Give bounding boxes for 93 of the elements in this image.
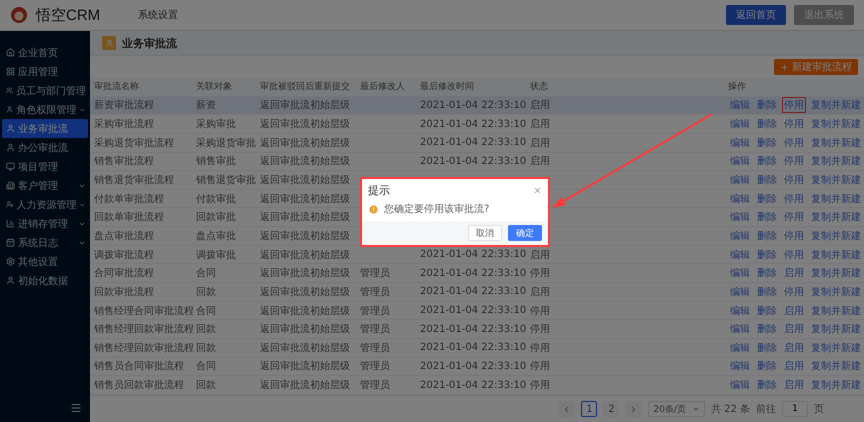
table-cell-text: 销售员合同审批流程 <box>94 360 185 374</box>
table-cell-text: 销售经理回款审批流程 <box>94 342 195 355</box>
table-cell-text: 返回审批流初始层级 <box>260 210 351 224</box>
table-cell-text: 销售经理回款审批流程 <box>94 322 195 336</box>
table-cell-text: 2021-01-04 22:33:10 <box>420 268 528 279</box>
table-cell-text: 返回审批流初始层级 <box>260 266 351 280</box>
table-cell-text: 调拨审批流程 <box>94 248 155 262</box>
table-cell-text: 2021-01-04 22:33:10 <box>420 324 528 335</box>
table-cell-text: 返回审批流初始层级 <box>260 136 351 150</box>
table-cell-text: 管理员 <box>360 323 391 336</box>
page-unit: 页 <box>814 403 824 416</box>
table-cell-text: 采购退货审批流程 <box>94 136 175 150</box>
table-cell-text: 合同 <box>196 267 217 280</box>
table-cell-text: 薪资审批流程 <box>94 98 155 112</box>
table-cell-text: 销售经理合同审批流程 <box>94 304 195 318</box>
column-header: 最后修改人 <box>360 80 406 94</box>
table-cell-text: 返回审批流初始层级 <box>260 230 351 243</box>
table-cell-text: 启用 <box>530 248 551 262</box>
table-cell-text: 停用 <box>530 360 551 374</box>
table-cell-text: 返回审批流初始层级 <box>260 342 351 355</box>
table-cell-text: 回款审批流程 <box>94 286 155 299</box>
table-cell-text: 启用 <box>530 118 551 132</box>
logo-text: 悟空CRM <box>36 6 100 24</box>
nav-title: 系统设置 <box>138 8 180 22</box>
table-cell-text: 回款审批 <box>196 210 237 224</box>
table-cell-text: 管理员 <box>360 286 391 299</box>
total-count: 共 22 条 <box>710 402 750 416</box>
table-cell-text: 启用 <box>530 286 551 299</box>
table-cell-text: 返回审批流初始层级 <box>260 286 351 299</box>
table-cell-text: 管理员 <box>360 267 391 280</box>
table-cell-text: 返回审批流初始层级 <box>260 174 351 188</box>
table-cell-text: 采购退货审批 <box>196 136 257 150</box>
table-cell-text: 返回审批流初始层级 <box>260 192 351 206</box>
table-cell-text: 管理员 <box>360 342 391 355</box>
table-cell-text: 返回审批流初始层级 <box>260 98 351 112</box>
column-header: 关联对象 <box>196 80 233 94</box>
table-cell-text: 销售退货审批流程 <box>94 174 175 188</box>
table-cell-text: 销售退货审批 <box>196 174 257 188</box>
table-cell-text: 采购审批流程 <box>94 118 155 132</box>
table-cell-text: 销售审批 <box>196 154 237 168</box>
table-cell-text: 回款单审批流程 <box>94 210 165 224</box>
table-cell-text: 采购审批 <box>196 118 237 132</box>
table-cell-text: 管理员 <box>360 304 391 318</box>
column-header: 审批流名称 <box>94 80 140 94</box>
table-cell-text: 回款 <box>196 323 217 336</box>
table-cell-text: 付款单审批流程 <box>94 192 165 206</box>
table-cell-text: 停用 <box>530 342 551 355</box>
table-cell-text: 返回审批流初始层级 <box>260 118 351 132</box>
table-cell-text: 2021-01-04 22:33:10 <box>420 100 528 111</box>
table-cell-text: 2021-01-04 22:33:10 <box>420 305 528 316</box>
table-cell-text: 2021-01-04 22:33:10 <box>420 137 528 148</box>
table-cell-text: 返回审批流初始层级 <box>260 248 351 262</box>
column-header: 状态 <box>530 80 549 94</box>
table-cell-text: 2021-01-04 22:33:10 <box>420 286 528 298</box>
table-cell-text: 2021-01-04 22:33:10 <box>420 360 528 372</box>
column-header: 操作 <box>728 80 747 94</box>
dialog-message: 您确定要停用该审批流? <box>384 202 490 216</box>
table-cell-text: 合同 <box>196 304 217 318</box>
table-cell-text: 管理员 <box>360 379 391 392</box>
table-cell-text: 返回审批流初始层级 <box>260 154 351 168</box>
table-cell-text: 薪资 <box>196 98 217 112</box>
table-cell-text: 管理员 <box>360 360 391 374</box>
table-cell-text: 返回审批流初始层级 <box>260 322 351 336</box>
table-cell-text: 回款 <box>196 286 217 299</box>
table-cell-text: 调拨审批 <box>196 248 237 262</box>
table-cell-text: 停用 <box>530 323 551 336</box>
table-cell-text: 2021-01-04 22:33:10 <box>420 380 528 391</box>
table-cell-text: 盘点审批流程 <box>94 230 155 243</box>
column-header: 审批被驳回后重新提交 <box>260 80 351 94</box>
table-cell-text: 返回审批流初始层级 <box>260 378 351 392</box>
table-cell-text: 启用 <box>530 136 551 150</box>
table-cell-text: 付款审批 <box>196 192 237 206</box>
table-cell-text: 2021-01-04 22:33:10 <box>420 249 528 260</box>
table-cell-text: 停用 <box>530 379 551 392</box>
table-cell-text: 2021-01-04 22:33:10 <box>420 156 528 167</box>
table-cell-text: 返回审批流初始层级 <box>260 304 351 318</box>
table-cell-text: 回款 <box>196 379 217 392</box>
goto-label: 前往 <box>756 402 776 416</box>
table-cell-text: 回款 <box>196 342 217 355</box>
table-cell-text: 盘点审批 <box>196 230 237 243</box>
table-cell-text: 2021-01-04 22:33:10 <box>420 342 528 354</box>
table-cell-text: 2021-01-04 22:33:10 <box>420 118 528 130</box>
table-cell-text: 合同审批流程 <box>94 266 155 280</box>
table-cell-text: 停用 <box>530 304 551 318</box>
table-cell-text: 销售员回款审批流程 <box>94 378 185 392</box>
table-cell-text: 启用 <box>530 98 551 112</box>
page-title: 业务审批流 <box>122 36 177 50</box>
table-cell-text: 返回审批流初始层级 <box>260 360 351 374</box>
table-cell-text: 销售审批流程 <box>94 154 155 168</box>
table-cell-text: 启用 <box>530 154 551 168</box>
table-cell-text: 停用 <box>530 267 551 280</box>
table-cell-text: 合同 <box>196 360 217 374</box>
column-header: 最后修改时间 <box>420 80 475 94</box>
